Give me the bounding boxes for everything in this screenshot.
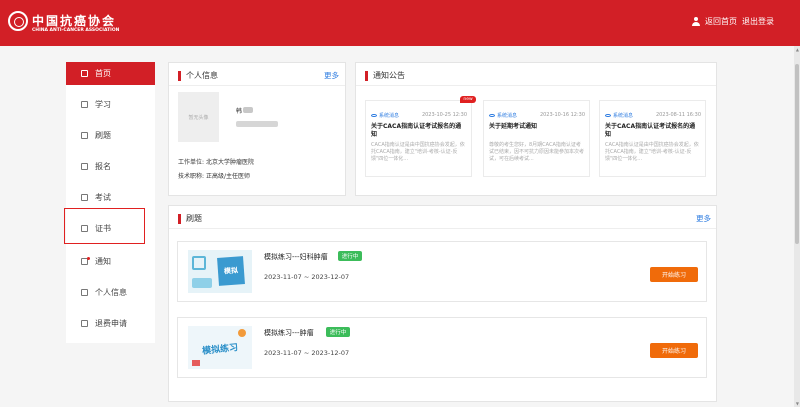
home-icon xyxy=(81,70,88,77)
practice-thumbnail: 模拟练习 xyxy=(188,326,252,369)
logo-title-cn: 中国抗癌协会 xyxy=(32,14,117,28)
thumbnail-label: 模拟练习 xyxy=(201,342,239,357)
sidebar-item-register[interactable]: 报名 xyxy=(66,155,155,178)
logout-link[interactable]: 退出登录 xyxy=(742,16,774,27)
book-icon xyxy=(81,101,88,108)
sidebar-item-label: 考试 xyxy=(95,193,111,202)
notice-body: 尊敬的考生您好，8月期CACA指南认证考试已结束，因不可抗力原因未能参加本次考试… xyxy=(489,142,585,162)
eye-icon xyxy=(605,113,611,118)
profile-more-link[interactable]: 更多 xyxy=(324,70,339,81)
notice-item[interactable]: 系统消息 2023-08-11 16:30 关于CACA指南认证考试报名的通知 … xyxy=(599,100,706,177)
sidebar-item-label: 退费申请 xyxy=(95,319,127,328)
sidebar-item-home[interactable]: 首页 xyxy=(66,62,155,85)
eye-icon xyxy=(489,113,495,118)
profile-card-title: 个人信息 xyxy=(178,70,218,81)
status-badge: 进行中 xyxy=(338,251,362,261)
notice-headline: 关于CACA指南认证考试报名的通知 xyxy=(371,123,462,138)
title-line: 技术职称: 正高级/主任医师 xyxy=(178,173,250,180)
sidebar-item-label: 学习 xyxy=(95,100,111,109)
id-redacted xyxy=(236,121,278,127)
notice-body: CACA指南认证是由中国抗癌协会发起，依托CACA指南，建立"培训-考核-认证-… xyxy=(605,142,699,162)
sidebar-item-label: 个人信息 xyxy=(95,288,127,297)
scrollbar-thumb[interactable] xyxy=(795,64,799,244)
person-icon xyxy=(81,289,88,296)
start-practice-button[interactable]: 开始练习 xyxy=(650,267,698,282)
new-badge: new xyxy=(460,96,476,103)
home-link[interactable]: 返回首页 xyxy=(705,16,737,27)
notice-item[interactable]: 系统消息 2023-10-16 12:30 关于延期考试通知 尊敬的考生您好，8… xyxy=(483,100,590,177)
notice-item[interactable]: 系统消息 2023-10-25 12:30 关于CACA指南认证考试报名的通知 … xyxy=(365,100,472,177)
name-redacted xyxy=(243,107,253,113)
sidebar-item-label: 刷题 xyxy=(95,131,111,140)
practice-more-link[interactable]: 更多 xyxy=(696,213,711,224)
sidebar: 首页 学习 刷题 报名 考试 证书 通知 个人信息 退费申请 xyxy=(66,62,155,343)
org-line: 工作单位: 北京大学肿瘤医院 xyxy=(178,159,254,166)
header-actions: 返回首页 退出登录 xyxy=(692,16,774,27)
practice-title: 模拟练习---妇科肿瘤 xyxy=(264,253,328,261)
sidebar-item-practice[interactable]: 刷题 xyxy=(66,124,155,147)
status-badge: 进行中 xyxy=(326,327,350,337)
association-logo-icon xyxy=(8,11,28,31)
sidebar-item-refund[interactable]: 退费申请 xyxy=(66,312,155,335)
practice-card-title: 刷题 xyxy=(178,213,202,224)
scroll-up-icon[interactable]: ▲ xyxy=(796,47,799,52)
document-icon xyxy=(81,163,88,170)
practice-title: 模拟练习---肿瘤 xyxy=(264,329,314,337)
org-value: 北京大学肿瘤医院 xyxy=(205,159,254,166)
practice-thumbnail: 模拟 xyxy=(188,250,252,293)
unread-dot xyxy=(87,257,90,260)
sidebar-item-study[interactable]: 学习 xyxy=(66,93,155,116)
practice-item: 模拟练习 模拟练习---肿瘤 进行中 2023-11-07 ~ 2023-12-… xyxy=(177,317,707,378)
practice-dates: 2023-11-07 ~ 2023-12-07 xyxy=(264,349,350,357)
avatar: 暂无头像 xyxy=(178,92,219,142)
notice-headline: 关于CACA指南认证考试报名的通知 xyxy=(605,123,696,138)
top-header: 中国抗癌协会 CHINA ANTI-CANCER ASSOCIATION 返回首… xyxy=(0,0,800,46)
sidebar-item-label: 报名 xyxy=(95,162,111,171)
mail-icon xyxy=(81,257,90,265)
thumbnail-label: 模拟 xyxy=(217,256,245,286)
scroll-down-icon[interactable]: ▼ xyxy=(796,401,799,406)
sidebar-item-notice[interactable]: 通知 xyxy=(66,250,155,273)
user-icon[interactable] xyxy=(692,17,700,26)
practice-dates: 2023-11-07 ~ 2023-12-07 xyxy=(264,273,350,281)
sidebar-item-label: 通知 xyxy=(95,257,111,266)
sidebar-item-label: 首页 xyxy=(95,69,111,78)
notice-body: CACA指南认证是由中国抗癌协会发起，依托CACA指南，建立"培训-考核-认证-… xyxy=(371,142,465,162)
profile-name: 韩 xyxy=(236,108,243,115)
start-practice-button[interactable]: 开始练习 xyxy=(650,343,698,358)
certificate-highlight-box xyxy=(64,208,145,244)
eye-icon xyxy=(371,113,377,118)
logo-title-en: CHINA ANTI-CANCER ASSOCIATION xyxy=(32,28,120,33)
refund-icon xyxy=(81,320,88,327)
title-value: 正高级/主任医师 xyxy=(205,173,250,180)
practice-item: 模拟 模拟练习---妇科肿瘤 进行中 2023-11-07 ~ 2023-12-… xyxy=(177,241,707,302)
notice-card-title: 通知公告 xyxy=(365,70,405,81)
exam-icon xyxy=(81,194,88,201)
edit-icon xyxy=(81,132,88,139)
sidebar-item-profile[interactable]: 个人信息 xyxy=(66,281,155,304)
sidebar-item-exam[interactable]: 考试 xyxy=(66,186,155,209)
notice-headline: 关于延期考试通知 xyxy=(489,123,538,130)
